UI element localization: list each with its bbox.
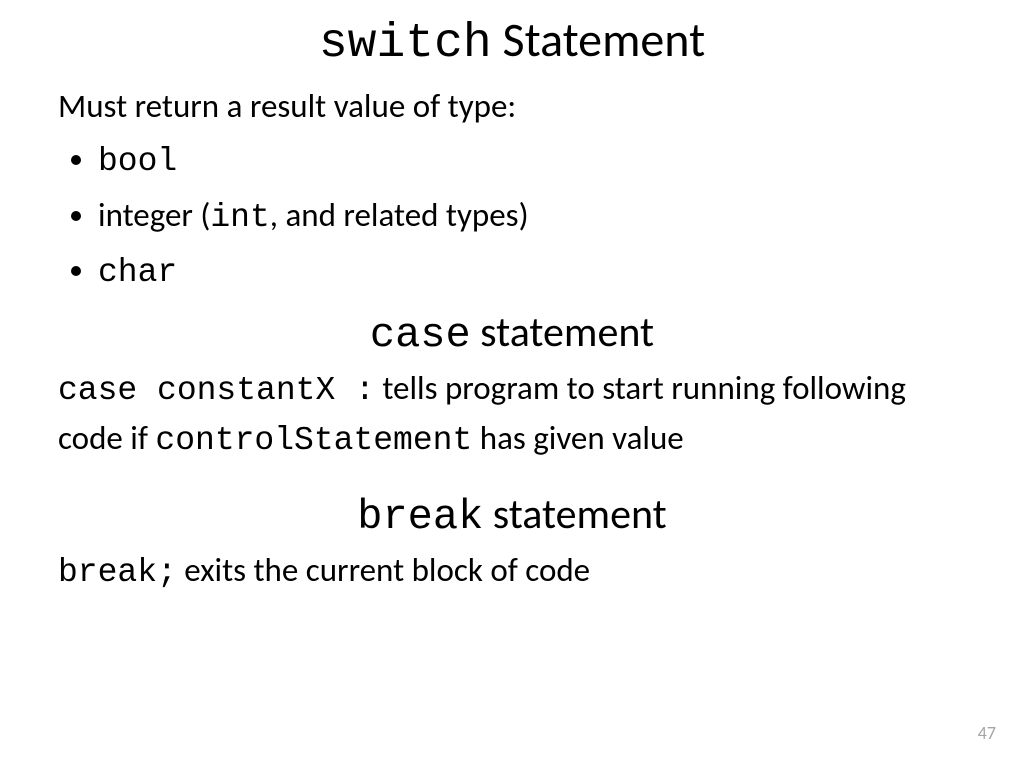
bullet-bool: bool xyxy=(98,136,966,186)
bullet-bool-code: bool xyxy=(98,143,177,180)
case-code-1: case constantX : xyxy=(58,372,375,409)
intro-text: Must return a result value of type: xyxy=(58,83,966,130)
title-break: break statement xyxy=(58,493,966,539)
title-break-rest: statement xyxy=(483,489,666,540)
case-paragraph: case constantX : tells program to start … xyxy=(58,365,966,465)
slide-body: Must return a result value of type: bool… xyxy=(58,83,966,597)
case-code-2: controlStatement xyxy=(155,422,472,459)
bullet-char: char xyxy=(98,247,966,297)
break-paragraph: break; exits the current block of code xyxy=(58,547,966,597)
title-rest: Statement xyxy=(492,10,705,69)
page-number: 47 xyxy=(978,722,996,744)
break-rest: exits the current block of code xyxy=(177,550,590,590)
bullet-int-suffix: , and related types) xyxy=(270,195,529,235)
bullet-integer: integer (int, and related types) xyxy=(98,192,966,242)
bullet-int-code: int xyxy=(210,199,269,236)
title-case-code: case xyxy=(370,311,471,359)
title-code: switch xyxy=(319,17,492,71)
title-case: case statement xyxy=(58,311,966,357)
title-break-code: break xyxy=(357,493,483,541)
bullet-char-code: char xyxy=(98,254,177,291)
title-switch: switch Statement xyxy=(58,14,966,71)
break-code: break; xyxy=(58,554,177,591)
title-case-rest: statement xyxy=(471,307,654,358)
type-list: bool integer (int, and related types) ch… xyxy=(58,136,966,298)
bullet-int-prefix: integer ( xyxy=(98,195,210,235)
case-end: has given value xyxy=(472,418,683,458)
slide: switch Statement Must return a result va… xyxy=(0,0,1024,768)
